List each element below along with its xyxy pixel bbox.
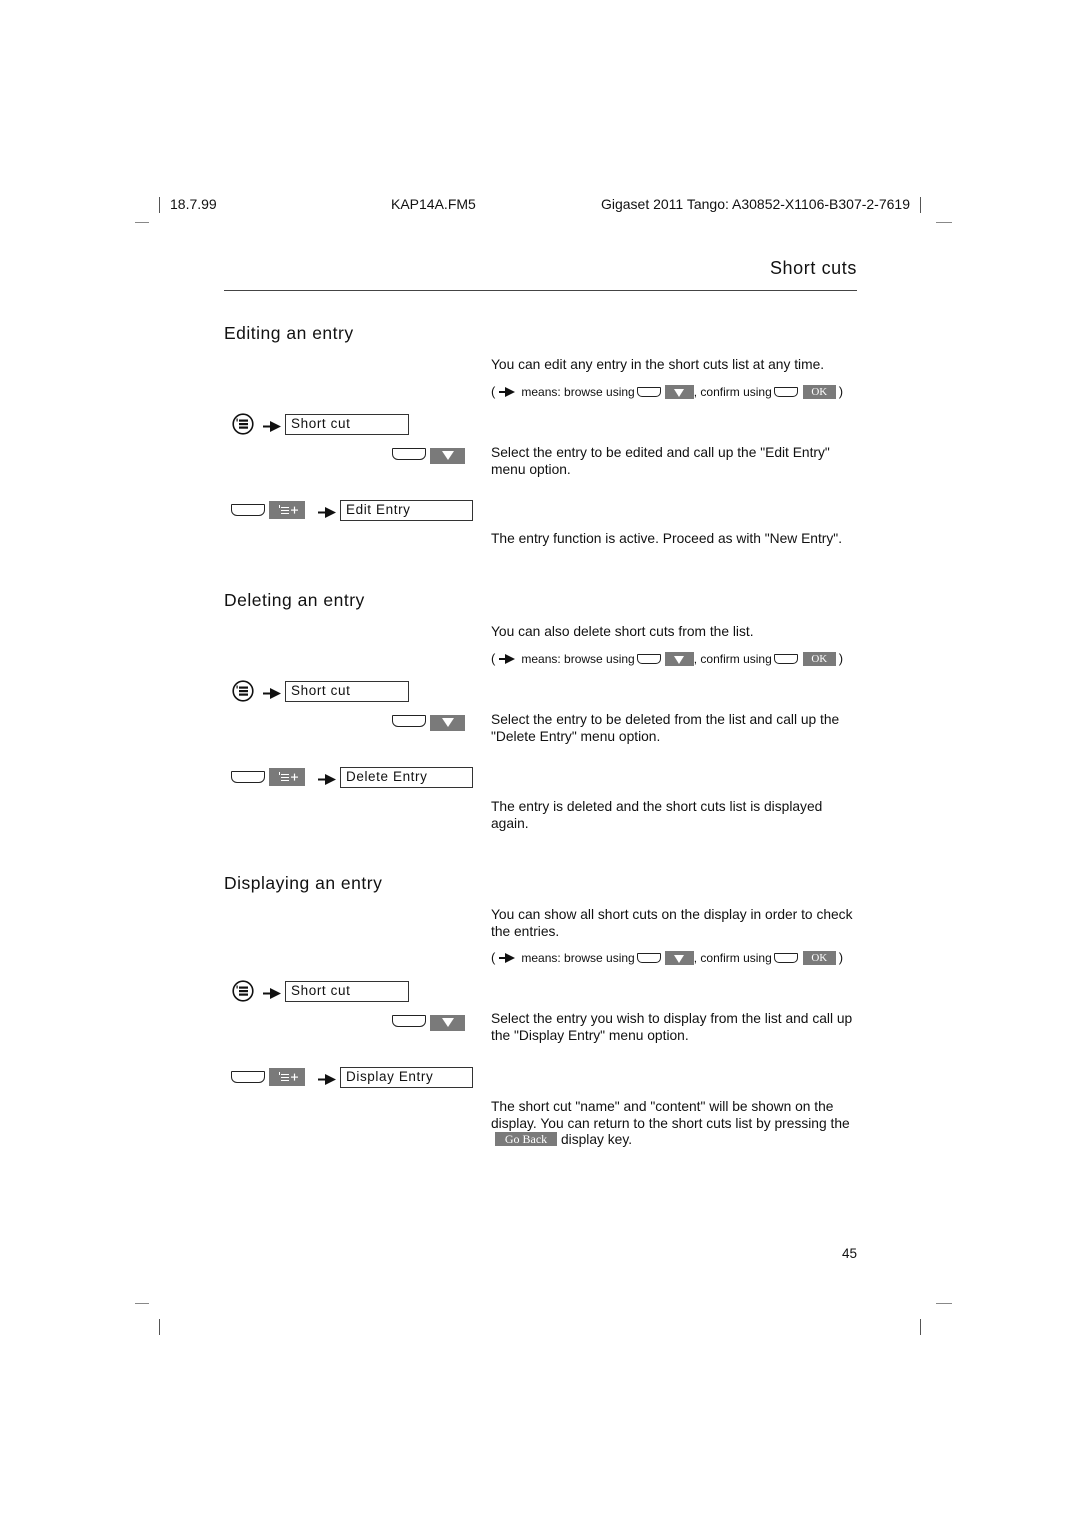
- softkey-icon: [636, 952, 661, 963]
- softkey-icon[interactable]: [392, 448, 426, 460]
- arrow-right-icon: [499, 653, 516, 664]
- legend-confirm-text: , confirm using: [693, 950, 772, 965]
- menu-list-icon[interactable]: [232, 413, 254, 435]
- page-number: 45: [841, 1246, 857, 1261]
- crop-mark: [936, 1303, 952, 1304]
- display-menu-option: Display Entry: [340, 1067, 473, 1088]
- down-triangle-icon[interactable]: [430, 1015, 465, 1031]
- display-short-cut: Short cut: [285, 414, 409, 435]
- legend-close-paren: ): [838, 651, 844, 666]
- ok-key: OK: [802, 651, 836, 666]
- result-text-post: display key.: [561, 1132, 633, 1147]
- softkey-icon[interactable]: [231, 504, 265, 516]
- legend-close-paren: ): [838, 950, 844, 965]
- menu-add-icon[interactable]: [269, 768, 305, 786]
- softkey-icon[interactable]: [392, 1015, 426, 1027]
- result-text: The entry function is active. Proceed as…: [491, 531, 843, 546]
- legend-line: ( means: browse using , confirm using OK…: [491, 950, 843, 965]
- down-triangle-icon: [664, 651, 694, 666]
- section-title: Deleting an entry: [224, 590, 365, 610]
- softkey-icon: [773, 386, 798, 397]
- arrow-right-icon: [263, 419, 281, 437]
- crop-mark: [920, 197, 921, 213]
- legend-browse-text: means: browse using: [521, 651, 635, 666]
- arrow-right-icon: [318, 772, 336, 790]
- softkey-icon: [636, 386, 661, 397]
- down-triangle-icon[interactable]: [430, 448, 465, 464]
- section-title: Editing an entry: [224, 323, 354, 343]
- crop-mark: [159, 1319, 160, 1335]
- legend-close-paren: ): [838, 384, 844, 399]
- header-file: KAP14A.FM5: [391, 196, 476, 212]
- softkey-icon: [773, 952, 798, 963]
- crop-mark: [135, 1303, 149, 1304]
- softkey-icon: [636, 653, 661, 664]
- menu-add-icon[interactable]: [269, 501, 305, 519]
- arrow-right-icon: [499, 952, 516, 963]
- result-text: The entry is deleted and the short cuts …: [491, 799, 823, 831]
- menu-list-icon[interactable]: [232, 680, 254, 702]
- display-menu-option: Delete Entry: [340, 767, 473, 788]
- legend-open-paren: (: [491, 950, 496, 965]
- legend-browse-text: means: browse using: [521, 384, 635, 399]
- chapter-title: Short cuts: [769, 258, 857, 278]
- step-select-text: Select the entry to be edited and call u…: [491, 445, 830, 477]
- arrow-right-icon: [263, 986, 281, 1004]
- section-intro: You can show all short cuts on the displ…: [491, 907, 853, 939]
- arrow-right-icon: [318, 1072, 336, 1090]
- arrow-right-icon: [263, 686, 281, 704]
- step-select-text: Select the entry to be deleted from the …: [491, 712, 840, 744]
- header-date: 18.7.99: [170, 196, 217, 212]
- ok-key: OK: [802, 384, 836, 399]
- crop-mark: [135, 222, 149, 223]
- softkey-icon[interactable]: [392, 715, 426, 727]
- display-short-cut: Short cut: [285, 981, 409, 1002]
- display-short-cut: Short cut: [285, 681, 409, 702]
- legend-browse-text: means: browse using: [521, 950, 635, 965]
- section-intro: You can also delete short cuts from the …: [491, 624, 754, 639]
- down-triangle-icon[interactable]: [430, 715, 465, 731]
- crop-mark: [920, 1319, 921, 1335]
- legend-line: ( means: browse using , confirm using OK…: [491, 651, 843, 666]
- arrow-right-icon: [499, 386, 516, 397]
- legend-open-paren: (: [491, 384, 496, 399]
- result-text: The short cut "name" and "content" will …: [491, 1099, 861, 1149]
- section-title: Displaying an entry: [224, 873, 383, 893]
- down-triangle-icon: [664, 384, 694, 399]
- section-intro: You can edit any entry in the short cuts…: [491, 357, 825, 372]
- softkey-icon[interactable]: [231, 771, 265, 783]
- softkey-icon: [773, 653, 798, 664]
- down-triangle-icon: [664, 950, 694, 965]
- go-back-key: Go Back: [495, 1132, 557, 1146]
- header-product: Gigaset 2011 Tango: A30852-X1106-B307-2-…: [600, 196, 910, 212]
- result-text-pre: The short cut "name" and "content" will …: [491, 1099, 850, 1131]
- step-select-text: Select the entry you wish to display fro…: [491, 1011, 853, 1043]
- crop-mark: [159, 197, 160, 213]
- arrow-right-icon: [318, 505, 336, 523]
- legend-line: ( means: browse using , confirm using OK…: [491, 384, 843, 399]
- ok-key: OK: [802, 950, 836, 965]
- menu-list-icon[interactable]: [232, 980, 254, 1002]
- legend-confirm-text: , confirm using: [693, 651, 772, 666]
- legend-confirm-text: , confirm using: [693, 384, 772, 399]
- legend-open-paren: (: [491, 651, 496, 666]
- title-rule: [224, 290, 857, 291]
- softkey-icon[interactable]: [231, 1071, 265, 1083]
- display-menu-option: Edit Entry: [340, 500, 473, 521]
- menu-add-icon[interactable]: [269, 1068, 305, 1086]
- crop-mark: [936, 222, 952, 223]
